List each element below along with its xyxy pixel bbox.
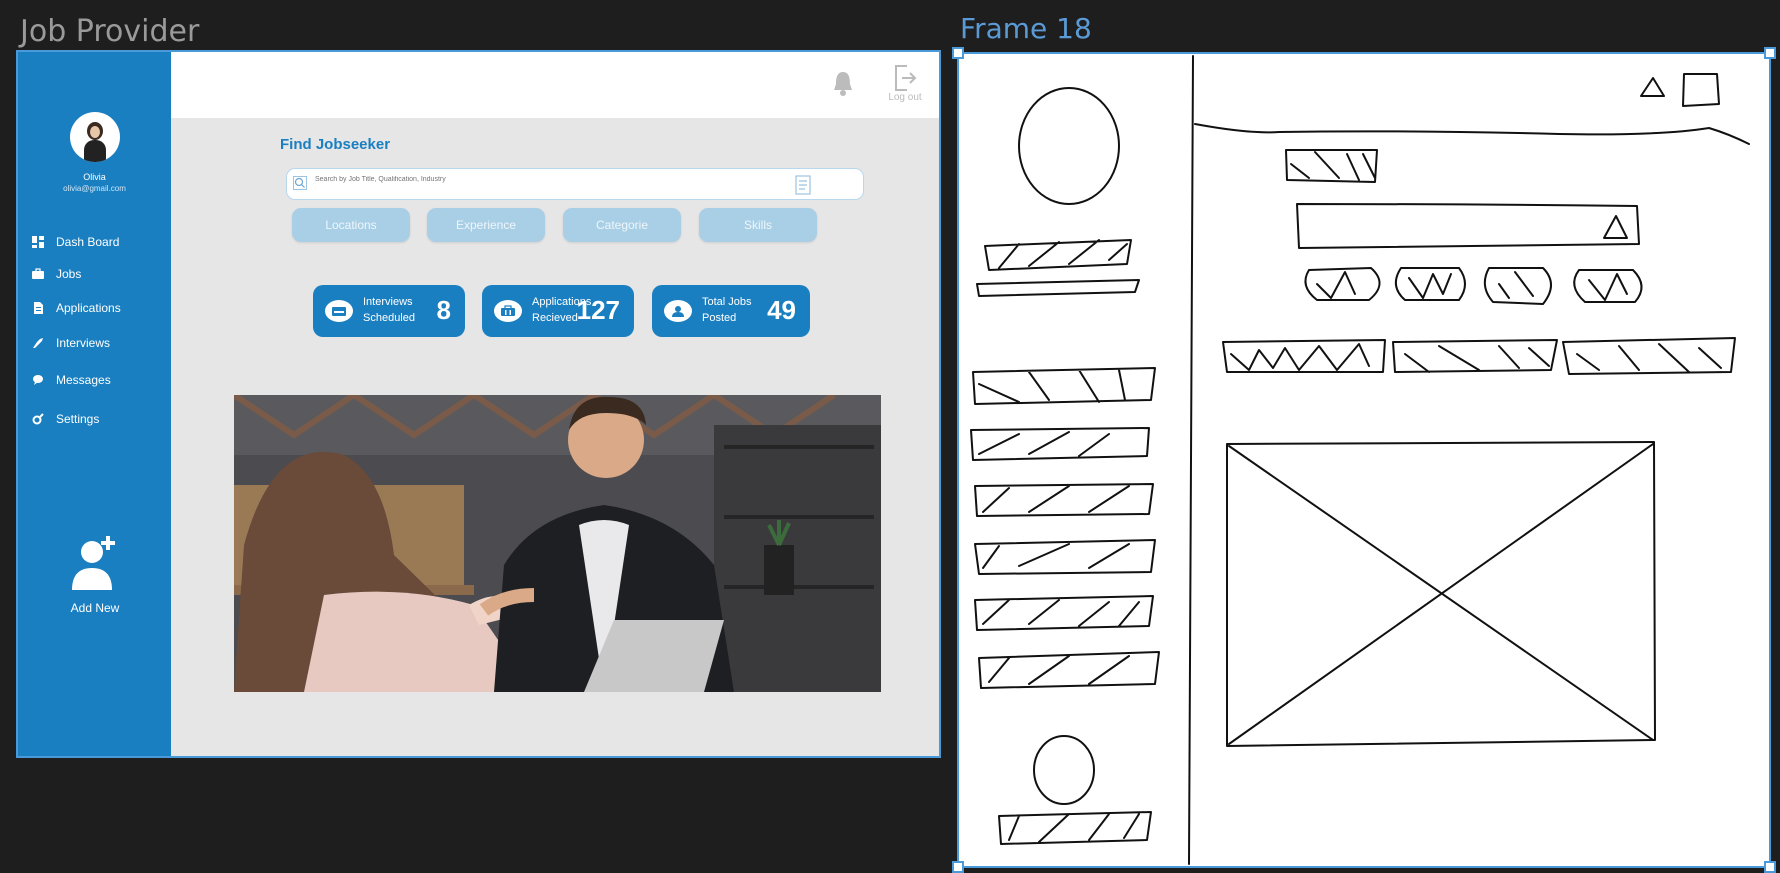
briefcase-icon: [494, 300, 522, 322]
hero-image-handshake: [234, 395, 881, 692]
document-icon: [32, 302, 44, 314]
sidebar-item-label: Messages: [56, 373, 111, 387]
stat-label: Interviews Scheduled: [363, 296, 415, 324]
dashboard-icon: [32, 236, 44, 248]
stat-value: 49: [767, 295, 796, 325]
bell-icon[interactable]: [832, 70, 854, 98]
stat-label: Total Jobs Posted: [702, 296, 752, 324]
sidebar-item-jobs[interactable]: Jobs: [32, 267, 81, 281]
calendar-icon: [325, 300, 353, 322]
logout-button[interactable]: Log out: [885, 64, 925, 103]
filter-experience[interactable]: Experience: [427, 208, 545, 242]
filter-skills[interactable]: Skills: [699, 208, 817, 242]
sidebar-item-label: Interviews: [56, 336, 111, 350]
sidebar-item-label: Applications: [56, 301, 121, 315]
frame-title-job-provider: Job Provider: [20, 14, 200, 49]
top-bar: Log out: [171, 52, 939, 118]
briefcase-icon: [32, 268, 44, 280]
wireframe-frame: [952, 47, 1776, 873]
user-icon: [664, 300, 692, 322]
logout-label: Log out: [888, 92, 922, 103]
filter-locations[interactable]: Locations: [292, 208, 410, 242]
settings-icon: [32, 413, 44, 425]
add-new-button[interactable]: Add New: [48, 532, 142, 615]
sidebar-item-interviews[interactable]: Interviews: [32, 336, 110, 350]
add-new-label: Add New: [70, 601, 120, 615]
sidebar-item-label: Dash Board: [56, 235, 120, 249]
handshake-icon: [32, 337, 44, 349]
stat-value: 127: [576, 295, 620, 325]
logout-icon: [895, 65, 917, 91]
search-input[interactable]: [313, 175, 797, 184]
sidebar-item-messages[interactable]: Messages: [32, 373, 111, 387]
sidebar: Olivia olivia@gmail.com Dash Board Jobs …: [18, 52, 171, 756]
filter-categorie[interactable]: Categorie: [563, 208, 681, 242]
page-title: Find Jobseeker: [280, 136, 391, 153]
user-email: olivia@gmail.com: [63, 184, 126, 193]
add-user-icon: [72, 536, 115, 590]
sidebar-item-settings[interactable]: Settings: [32, 412, 99, 426]
job-provider-frame: Olivia olivia@gmail.com Dash Board Jobs …: [16, 50, 941, 758]
search-icon: [293, 176, 307, 190]
stat-value: 8: [436, 295, 451, 325]
sidebar-item-label: Jobs: [56, 267, 82, 281]
sidebar-item-applications[interactable]: Applications: [32, 301, 121, 315]
message-icon: [32, 374, 44, 386]
sidebar-item-dashboard[interactable]: Dash Board: [32, 235, 119, 249]
stat-card-total-jobs[interactable]: Total Jobs Posted 49: [652, 285, 810, 337]
document-list-icon[interactable]: [795, 175, 811, 195]
wireframe-sketch: [970, 55, 1750, 865]
stat-card-applications[interactable]: Applications Recieved 127: [482, 285, 634, 337]
frame-title-wireframe: Frame 18: [960, 12, 1092, 45]
wireframe-nav-scribbles: [970, 367, 1160, 689]
search-bar[interactable]: [286, 168, 864, 200]
user-name: Olivia: [83, 172, 106, 182]
avatar[interactable]: [70, 112, 120, 162]
sidebar-item-label: Settings: [56, 412, 100, 426]
stat-card-interviews[interactable]: Interviews Scheduled 8: [313, 285, 465, 337]
